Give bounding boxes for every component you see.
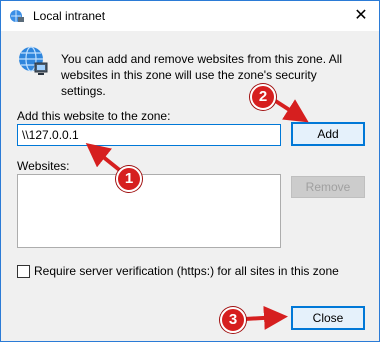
websites-label: Websites:: [17, 159, 70, 173]
close-button[interactable]: Close: [291, 306, 365, 330]
add-website-label: Add this website to the zone:: [17, 109, 171, 123]
website-url-input[interactable]: [17, 124, 281, 146]
remove-button[interactable]: Remove: [291, 176, 365, 198]
annotation-badge-1: 1: [116, 166, 142, 192]
zone-description: You can add and remove websites from thi…: [61, 52, 343, 98]
globe-computer-icon: [19, 46, 48, 75]
intranet-icon: [10, 10, 24, 22]
title-bar: Local intranet ✕: [1, 1, 379, 31]
require-verification-checkbox[interactable]: [17, 264, 30, 278]
separator: [13, 293, 367, 294]
annotation-badge-3: 3: [220, 307, 246, 333]
window-title: Local intranet: [33, 9, 106, 23]
local-intranet-dialog: Local intranet ✕ You can add and remove …: [0, 0, 380, 342]
require-verification-label: Require server verification (https:) for…: [34, 264, 339, 278]
websites-list[interactable]: [17, 174, 281, 248]
add-button[interactable]: Add: [291, 122, 365, 146]
annotation-badge-2: 2: [250, 84, 276, 110]
require-verification-row[interactable]: Require server verification (https:) for…: [17, 264, 339, 278]
close-icon[interactable]: ✕: [349, 7, 373, 25]
